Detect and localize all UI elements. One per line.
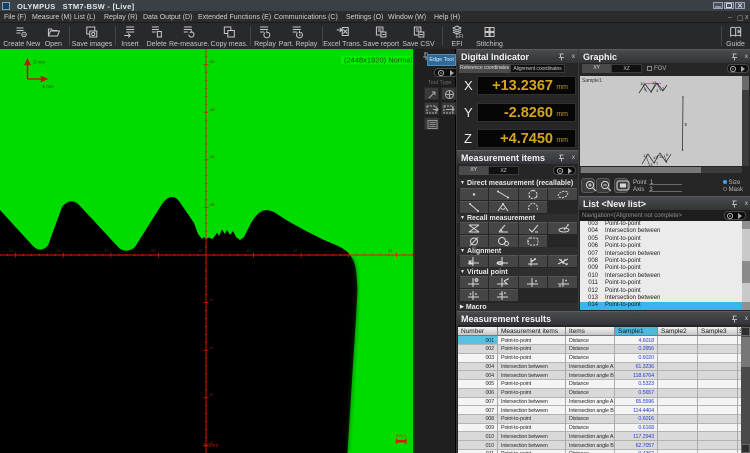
svg-text:15: 15 [341, 249, 345, 253]
svg-text:14: 14 [652, 80, 657, 85]
svg-text:05: 05 [246, 249, 250, 253]
svg-text:13: 13 [653, 155, 658, 160]
svg-text:00: 00 [198, 249, 202, 253]
svg-text:13: 13 [648, 162, 653, 166]
svg-text:-05: -05 [209, 203, 215, 207]
svg-text:-10: -10 [209, 155, 215, 159]
svg-text:5: 5 [685, 122, 688, 127]
svg-text:10: 10 [640, 81, 645, 86]
svg-text:500.0: 500.0 [396, 433, 407, 438]
svg-text:-10: -10 [103, 249, 109, 253]
svg-text:EFI: EFI [456, 34, 464, 39]
svg-text:10: 10 [293, 249, 297, 253]
svg-text:-15: -15 [55, 249, 61, 253]
svg-text:10: 10 [209, 346, 213, 350]
svg-text:X mm: X mm [42, 84, 54, 89]
svg-text:(2448x1920) Normal: (2448x1920) Normal [344, 56, 413, 65]
svg-text:7: 7 [656, 161, 659, 166]
svg-text:Sample1: Sample1 [582, 78, 602, 84]
svg-text:12: 12 [643, 153, 648, 158]
svg-text:6: 6 [666, 152, 669, 157]
svg-text:-20: -20 [209, 60, 215, 64]
svg-text:Z mm: Z mm [34, 60, 46, 65]
svg-text:15: 15 [209, 393, 213, 397]
svg-text:20: 20 [388, 249, 392, 253]
svg-text:3: 3 [656, 88, 659, 93]
svg-text:1.0mm: 1.0mm [203, 443, 218, 449]
svg-text:-15: -15 [209, 108, 215, 112]
svg-text:05: 05 [209, 298, 213, 302]
svg-text:-20: -20 [8, 249, 14, 253]
svg-text:-05: -05 [150, 249, 156, 253]
